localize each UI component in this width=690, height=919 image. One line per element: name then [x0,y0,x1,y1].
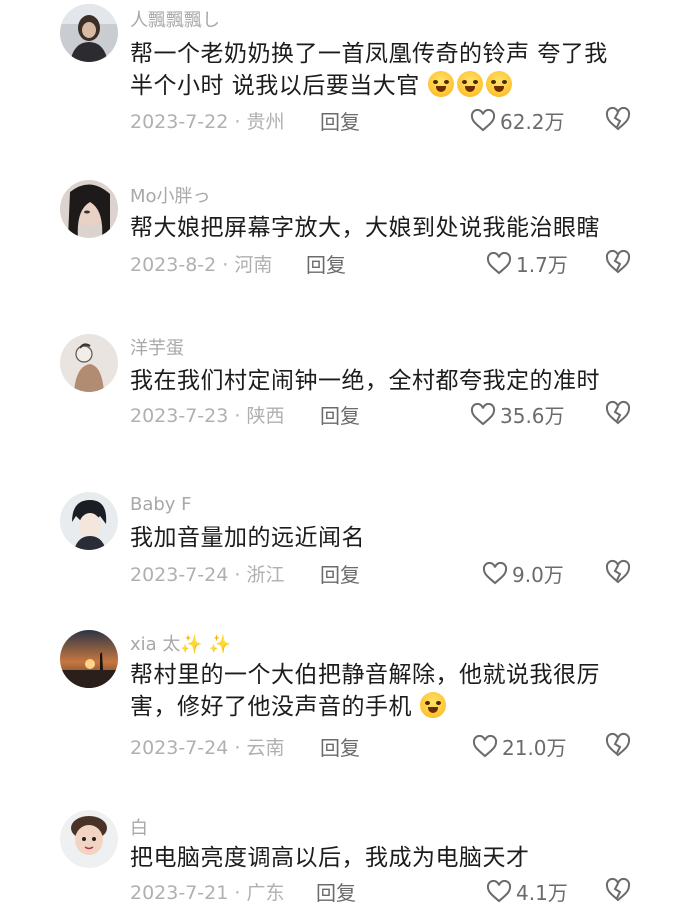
heart-outline-icon [470,108,496,131]
avatar[interactable] [60,4,118,62]
heart-outline-icon [470,402,496,425]
like-button[interactable]: 4.1万 [486,877,568,906]
avatar[interactable] [60,180,118,238]
avatar[interactable] [60,810,118,868]
dislike-button[interactable] [604,106,632,132]
comment-text-content: 我在我们村定闹钟一绝，全村都夸我定的准时 [130,368,600,394]
broken-heart-icon [605,400,631,425]
username[interactable]: 人飄飄飄し [130,6,220,32]
comment-text: 把电脑亮度调高以后，我成为电脑天才 [130,842,630,874]
dislike-button[interactable] [604,559,632,585]
comment-text: 我加音量加的远近闻名 [130,522,630,554]
broken-heart-icon [605,249,631,274]
broken-heart-icon [605,559,631,584]
loudly-crying-emoji [419,692,446,718]
comment-text-content: 帮村里的一个大伯把静音解除，他就说我很厉害，修好了他没声音的手机 [130,662,600,720]
like-button[interactable]: 1.7万 [486,249,568,278]
username[interactable]: Baby F [130,494,192,515]
avatar[interactable] [60,334,118,392]
comment-text: 我在我们村定闹钟一绝，全村都夸我定的准时 [130,365,630,397]
date-location: 2023-7-24 · 浙江 [130,564,285,586]
reply-button[interactable]: 回复 [320,732,360,761]
comment-text-content: 帮一个老奶奶换了一首凤凰传奇的铃声 夸了我半个小时 说我以后要当大官 [130,41,608,99]
comment-text: 帮一个老奶奶换了一首凤凰传奇的铃声 夸了我半个小时 说我以后要当大官 [130,38,630,102]
laughing-crying-emoji [456,71,483,97]
date-location: 2023-7-22 · 贵州 [130,111,285,133]
reply-button[interactable]: 回复 [320,106,360,135]
like-count: 4.1万 [516,881,568,905]
reply-button[interactable]: 回复 [306,249,346,278]
username[interactable]: Mo小胖っ [130,182,211,208]
like-count: 35.6万 [500,404,565,428]
comment-text: 帮村里的一个大伯把静音解除，他就说我很厉害，修好了他没声音的手机 [130,659,630,723]
dislike-button[interactable] [604,732,632,758]
reply-button[interactable]: 回复 [320,559,360,588]
comment-text-content: 帮大娘把屏幕字放大，大娘到处说我能治眼瞎 [130,215,600,241]
like-button[interactable]: 35.6万 [470,400,565,429]
laughing-crying-emoji [485,71,512,97]
username[interactable]: 白 [130,814,148,840]
like-button[interactable]: 9.0万 [482,559,564,588]
like-button[interactable]: 21.0万 [472,732,567,761]
heart-outline-icon [472,734,498,757]
date-location: 2023-8-2 · 河南 [130,254,273,276]
broken-heart-icon [605,877,631,902]
reply-button[interactable]: 回复 [320,400,360,429]
heart-outline-icon [482,561,508,584]
date-location: 2023-7-24 · 云南 [130,737,285,759]
comment-text-content: 我加音量加的远近闻名 [130,525,365,551]
laughing-crying-emoji [427,71,454,97]
date-location: 2023-7-21 · 广东 [130,882,285,904]
broken-heart-icon [605,732,631,757]
like-count: 1.7万 [516,253,568,277]
like-button[interactable]: 62.2万 [470,106,565,135]
date-location: 2023-7-23 · 陕西 [130,405,285,427]
dislike-button[interactable] [604,400,632,426]
avatar[interactable] [60,630,118,688]
avatar[interactable] [60,492,118,550]
heart-outline-icon [486,251,512,274]
like-count: 9.0万 [512,563,564,587]
reply-button[interactable]: 回复 [316,877,356,906]
heart-outline-icon [486,879,512,902]
dislike-button[interactable] [604,249,632,275]
dislike-button[interactable] [604,877,632,903]
comment-text: 帮大娘把屏幕字放大，大娘到处说我能治眼瞎 [130,212,630,244]
comment-text-content: 把电脑亮度调高以后，我成为电脑天才 [130,845,530,871]
like-count: 21.0万 [502,736,567,760]
like-count: 62.2万 [500,110,565,134]
broken-heart-icon [605,106,631,131]
username[interactable]: xia 太✨ ✨ [130,630,231,656]
username[interactable]: 洋芋蛋 [130,334,184,360]
